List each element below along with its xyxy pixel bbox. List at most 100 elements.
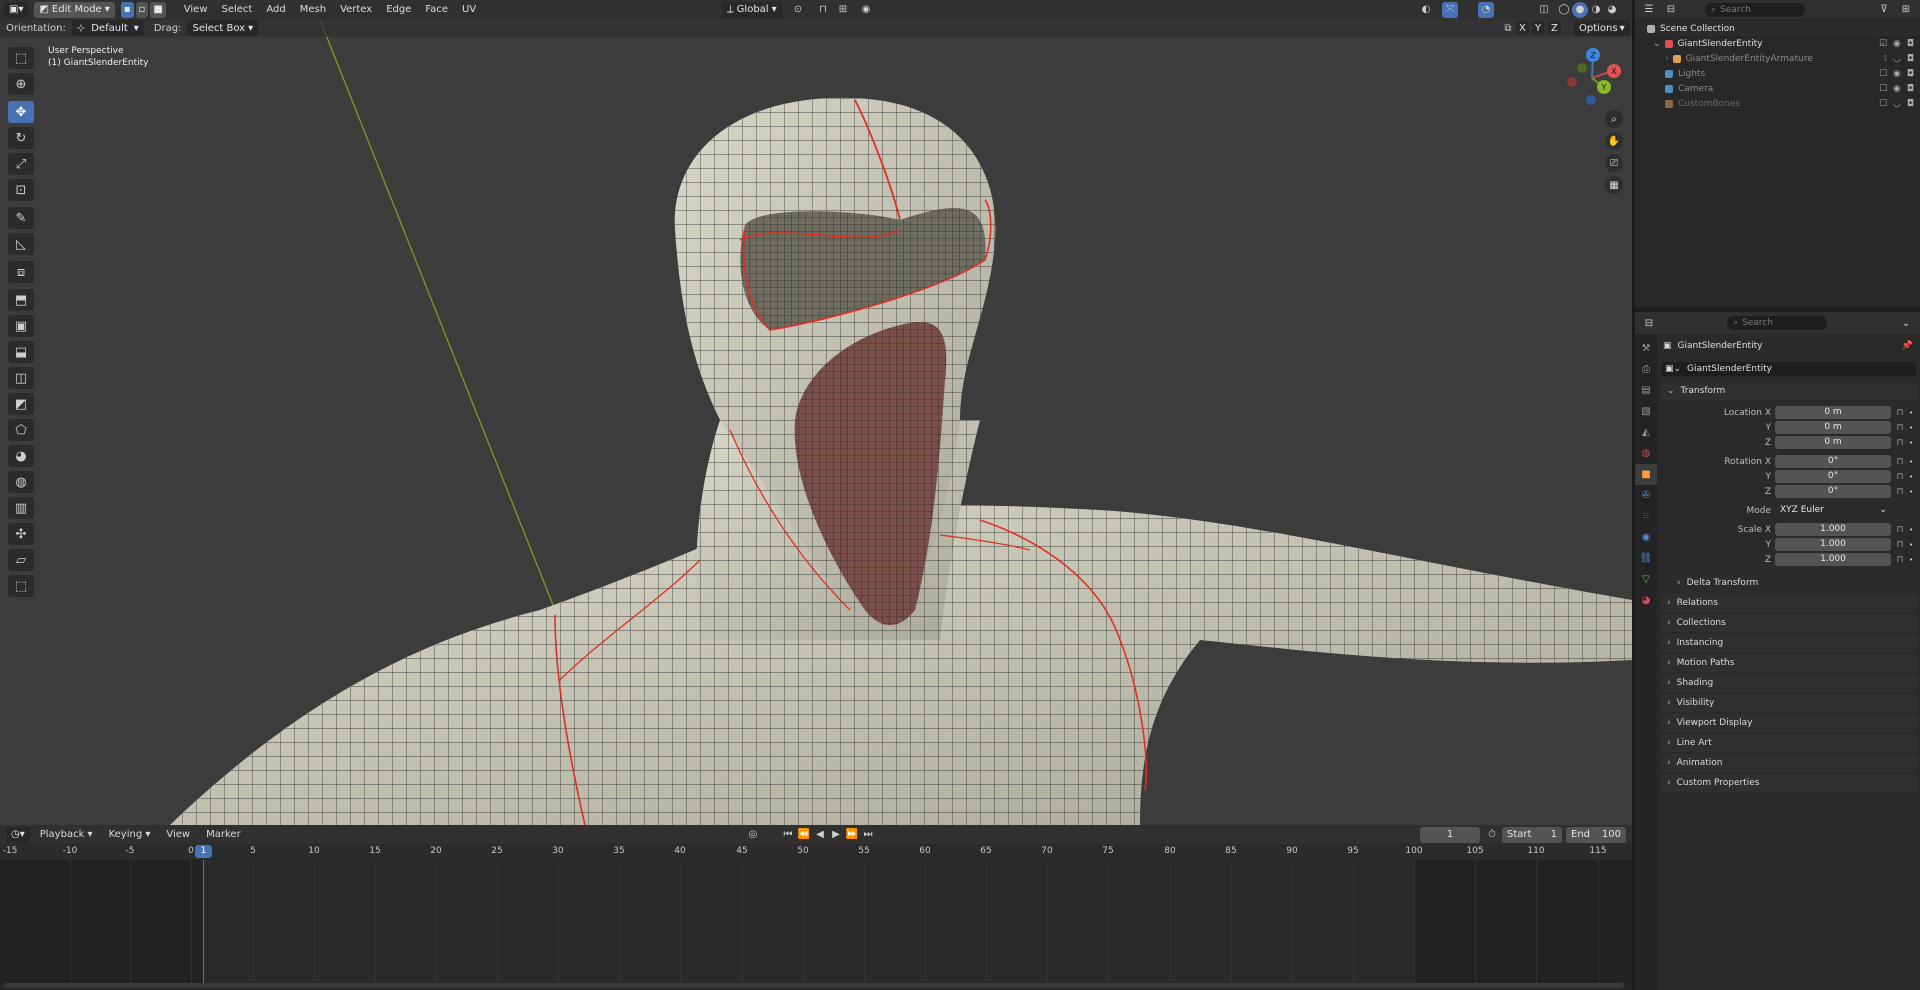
loop-cut-tool[interactable]: ◫ bbox=[8, 367, 34, 389]
wireframe-shading-icon[interactable]: ◯ bbox=[1556, 2, 1572, 18]
scale-y-field[interactable]: 1.000 bbox=[1775, 538, 1891, 551]
cursor-tool[interactable]: ⊕ bbox=[8, 73, 34, 95]
rotation-mode-dropdown[interactable]: XYZ Euler ⌄ bbox=[1775, 504, 1891, 517]
new-collection-icon[interactable]: ⊞ bbox=[1898, 2, 1914, 18]
shading-panel[interactable]: › Shading bbox=[1661, 674, 1918, 692]
world-tab[interactable]: ◍ bbox=[1635, 443, 1657, 464]
object-tab[interactable]: ■ bbox=[1635, 464, 1657, 485]
visibility-icon[interactable]: ◐ bbox=[1418, 2, 1434, 18]
location-x-field[interactable]: 0 m bbox=[1775, 406, 1891, 419]
move-tool[interactable]: ✥ bbox=[8, 101, 34, 123]
visibility-toggles[interactable]: ☑ ◉ ◘ bbox=[1879, 39, 1914, 49]
rendered-shading-icon[interactable]: ◕ bbox=[1604, 2, 1620, 18]
line-art-panel[interactable]: › Line Art bbox=[1661, 734, 1918, 752]
rip-tool[interactable]: ⬚ bbox=[8, 575, 34, 597]
playhead-line[interactable] bbox=[203, 860, 204, 985]
lock-icon[interactable]: ⊓ bbox=[1891, 438, 1909, 448]
face-select-button[interactable]: ■ bbox=[150, 1, 166, 18]
menu-mesh[interactable]: Mesh bbox=[294, 4, 332, 15]
transform-panel-header[interactable]: ⌄ Transform bbox=[1661, 382, 1918, 400]
location-y-field[interactable]: 0 m bbox=[1775, 421, 1891, 434]
display-mode-icon[interactable]: ⊟ bbox=[1663, 2, 1679, 18]
keyframe-dot-icon[interactable]: • bbox=[1909, 409, 1913, 417]
material-tab[interactable]: ◕ bbox=[1635, 590, 1657, 611]
filter-icon[interactable]: ⊽ bbox=[1876, 2, 1892, 18]
outliner-row-armature[interactable]: › GiantSlenderEntityArmature ⟟ ◡ ◘ bbox=[1635, 51, 1920, 66]
play-reverse-icon[interactable]: ◀ bbox=[812, 827, 828, 843]
outliner-row-collection[interactable]: CustomBones ☐ ◡ ◘ bbox=[1635, 96, 1920, 111]
lock-icon[interactable]: ⊓ bbox=[1891, 555, 1909, 565]
proportional-edit-icon[interactable]: ◉ bbox=[858, 2, 874, 18]
visibility-panel[interactable]: › Visibility bbox=[1661, 694, 1918, 712]
outliner-row-collection[interactable]: Camera ☐ ◉ ◘ bbox=[1635, 81, 1920, 96]
pivot-icon[interactable]: ⊙ bbox=[790, 2, 806, 18]
spin-tool[interactable]: ◕ bbox=[8, 445, 34, 467]
render-tab[interactable]: ⎙ bbox=[1635, 359, 1657, 380]
menu-view[interactable]: View bbox=[160, 829, 196, 840]
timeline-editor-button[interactable]: ◷▾ bbox=[6, 826, 30, 843]
menu-add[interactable]: Add bbox=[260, 4, 291, 15]
lock-icon[interactable]: ⊓ bbox=[1891, 525, 1909, 535]
material-shading-icon[interactable]: ◑ bbox=[1588, 2, 1604, 18]
motion-paths-panel[interactable]: › Motion Paths bbox=[1661, 654, 1918, 672]
mesh-render[interactable] bbox=[0, 0, 1632, 825]
physics-tab[interactable]: ◉ bbox=[1635, 527, 1657, 548]
transform-orientation-dropdown[interactable]: ⟂ Global ▾ bbox=[722, 1, 782, 18]
drag-dropdown[interactable]: Select Box ▾ bbox=[187, 20, 259, 36]
object-datablock-field[interactable]: ▣⌄ GiantSlenderEntity bbox=[1661, 362, 1916, 376]
tool-tab[interactable]: ⚒ bbox=[1635, 338, 1657, 359]
add-cube-tool[interactable]: ⧈ bbox=[8, 261, 34, 283]
mirror-y-toggle[interactable]: Y bbox=[1532, 21, 1545, 35]
animation-panel[interactable]: › Animation bbox=[1661, 754, 1918, 772]
scale-x-field[interactable]: 1.000 bbox=[1775, 523, 1891, 536]
keyframe-dot-icon[interactable]: • bbox=[1909, 541, 1913, 549]
jump-end-icon[interactable]: ⏭ bbox=[860, 827, 876, 843]
mirror-x-toggle[interactable]: X bbox=[1516, 21, 1529, 35]
horizontal-scrollbar[interactable] bbox=[4, 983, 1624, 988]
lock-icon[interactable]: ⊓ bbox=[1891, 423, 1909, 433]
jump-keyframe-back-icon[interactable]: ⏪ bbox=[796, 827, 812, 843]
collections-panel[interactable]: › Collections bbox=[1661, 614, 1918, 632]
viewport-display-panel[interactable]: › Viewport Display bbox=[1661, 714, 1918, 732]
end-frame-field[interactable]: End 100 bbox=[1566, 826, 1626, 843]
view-layer-tab[interactable]: ▧ bbox=[1635, 401, 1657, 422]
options-dropdown[interactable]: Options ▾ bbox=[1574, 20, 1630, 36]
orientation-dropdown[interactable]: ⊹ Default ▾ bbox=[71, 20, 144, 36]
zoom-icon[interactable]: ⌕ bbox=[1605, 110, 1623, 128]
jump-start-icon[interactable]: ⏮ bbox=[780, 827, 796, 843]
scale-z-field[interactable]: 1.000 bbox=[1775, 553, 1891, 566]
location-z-field[interactable]: 0 m bbox=[1775, 436, 1891, 449]
playhead-frame-label[interactable]: 1 bbox=[195, 845, 212, 858]
pan-hand-icon[interactable]: ✋ bbox=[1605, 132, 1623, 150]
transform-tool[interactable]: ⊡ bbox=[8, 179, 34, 201]
rotate-tool[interactable]: ↻ bbox=[8, 127, 34, 149]
current-frame-field[interactable]: 1 bbox=[1420, 826, 1480, 843]
output-tab[interactable]: ▤ bbox=[1635, 380, 1657, 401]
menu-face[interactable]: Face bbox=[419, 4, 454, 15]
shrink-fatten-tool[interactable]: ✣ bbox=[8, 523, 34, 545]
annotate-tool[interactable]: ✎ bbox=[8, 207, 34, 229]
navigation-gizmo[interactable]: X Y Z bbox=[1562, 46, 1628, 108]
keyframe-dot-icon[interactable]: • bbox=[1909, 488, 1913, 496]
rotation-y-field[interactable]: 0° bbox=[1775, 470, 1891, 483]
poly-build-tool[interactable]: ⬠ bbox=[8, 419, 34, 441]
mode-dropdown[interactable]: ◩ Edit Mode ▾ bbox=[34, 1, 115, 18]
editor-type-button[interactable]: ▣▾ bbox=[4, 1, 29, 18]
overlay-icon[interactable]: ◔ bbox=[1478, 1, 1494, 18]
jump-keyframe-forward-icon[interactable]: ⏩ bbox=[844, 827, 860, 843]
menu-uv[interactable]: UV bbox=[456, 4, 482, 15]
inset-tool[interactable]: ▣ bbox=[8, 315, 34, 337]
data-tab[interactable]: ▽ bbox=[1635, 569, 1657, 590]
smooth-tool[interactable]: ◍ bbox=[8, 471, 34, 493]
xray-icon[interactable]: ◫ bbox=[1536, 2, 1552, 18]
mirror-z-toggle[interactable]: Z bbox=[1548, 21, 1561, 35]
keyframe-dot-icon[interactable]: • bbox=[1909, 473, 1913, 481]
timeline-track-area[interactable] bbox=[0, 860, 1632, 985]
stopwatch-icon[interactable]: ⏱ bbox=[1484, 827, 1500, 843]
perspective-grid-icon[interactable]: ▦ bbox=[1605, 176, 1623, 194]
edge-select-button[interactable]: ▫ bbox=[135, 1, 149, 18]
outliner-editor-icon[interactable]: ☰ bbox=[1641, 2, 1657, 18]
keyframe-dot-icon[interactable]: • bbox=[1909, 556, 1913, 564]
particles-tab[interactable]: ⁙ bbox=[1635, 506, 1657, 527]
relations-panel[interactable]: › Relations bbox=[1661, 594, 1918, 612]
